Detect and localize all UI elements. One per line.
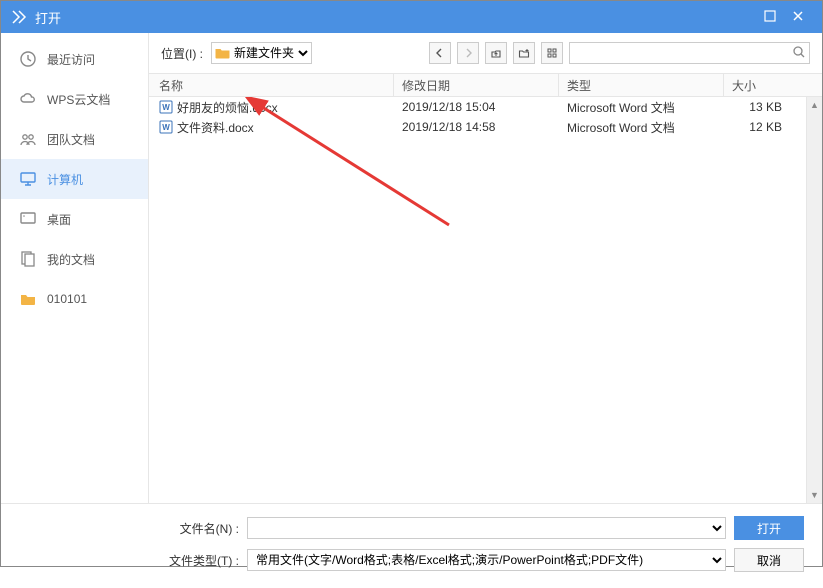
search-icon[interactable] [792, 45, 806, 59]
column-type[interactable]: 类型 [559, 74, 724, 96]
sidebar-item-documents[interactable]: 我的文档 [1, 239, 148, 279]
up-button[interactable] [485, 42, 507, 64]
sidebar-item-folder-010101[interactable]: 010101 [1, 279, 148, 319]
sidebar-item-label: 计算机 [47, 171, 83, 188]
titlebar: 打开 [1, 1, 822, 33]
file-row[interactable]: W 文件资料.docx 2019/12/18 14:58 Microsoft W… [149, 117, 822, 137]
filetype-label: 文件类型(T) : [161, 552, 239, 569]
word-doc-icon: W [159, 100, 173, 114]
file-date: 2019/12/18 15:04 [394, 100, 559, 114]
file-list: W 好朋友的烦恼.docx 2019/12/18 15:04 Microsoft… [149, 97, 822, 503]
filename-combo[interactable] [247, 517, 726, 539]
maximize-button[interactable] [756, 9, 784, 25]
sidebar-item-label: 我的文档 [47, 251, 95, 268]
folder-icon [215, 45, 231, 61]
file-type: Microsoft Word 文档 [559, 99, 724, 116]
column-date[interactable]: 修改日期 [394, 74, 559, 96]
file-date: 2019/12/18 14:58 [394, 120, 559, 134]
new-folder-button[interactable] [513, 42, 535, 64]
sidebar-item-team[interactable]: 团队文档 [1, 119, 148, 159]
forward-button[interactable] [457, 42, 479, 64]
view-button[interactable] [541, 42, 563, 64]
sidebar-item-recent[interactable]: 最近访问 [1, 39, 148, 79]
filename-label: 文件名(N) : [161, 520, 239, 537]
sidebar-item-desktop[interactable]: 桌面 [1, 199, 148, 239]
search-box [569, 42, 810, 64]
window-title: 打开 [35, 8, 61, 27]
app-logo-icon [11, 9, 27, 25]
back-button[interactable] [429, 42, 451, 64]
team-icon [19, 130, 37, 148]
svg-text:W: W [162, 103, 170, 112]
location-label: 位置(I) : [161, 45, 203, 62]
sidebar-item-label: 最近访问 [47, 51, 95, 68]
scroll-down-button[interactable]: ▼ [807, 487, 822, 503]
folder-icon [19, 290, 37, 308]
sidebar-item-computer[interactable]: 计算机 [1, 159, 148, 199]
filetype-combo[interactable]: 常用文件(文字/Word格式;表格/Excel格式;演示/PowerPoint格… [247, 549, 726, 571]
file-name: 文件资料.docx [177, 119, 254, 136]
search-input[interactable] [569, 42, 810, 64]
scroll-up-button[interactable]: ▲ [807, 97, 822, 113]
vertical-scrollbar[interactable]: ▲ ▼ [806, 97, 822, 503]
file-name: 好朋友的烦恼.docx [177, 99, 278, 116]
file-list-header: 名称 修改日期 类型 大小 [149, 73, 822, 97]
word-doc-icon: W [159, 120, 173, 134]
dialog-footer: 文件名(N) : 打开 文件类型(T) : 常用文件(文字/Word格式;表格/… [1, 503, 822, 588]
open-button[interactable]: 打开 [734, 516, 804, 540]
location-bar: 位置(I) : 新建文件夹 [149, 33, 822, 73]
sidebar-item-label: 010101 [47, 292, 87, 306]
cancel-button[interactable]: 取消 [734, 548, 804, 572]
sidebar: 最近访问 WPS云文档 团队文档 计算机 桌面 我的文档 010101 [1, 33, 149, 503]
sidebar-item-cloud[interactable]: WPS云文档 [1, 79, 148, 119]
column-name[interactable]: 名称 [149, 74, 394, 96]
cloud-icon [19, 90, 37, 108]
documents-icon [19, 250, 37, 268]
sidebar-item-label: 团队文档 [47, 131, 95, 148]
clock-icon [19, 50, 37, 68]
sidebar-item-label: WPS云文档 [47, 91, 110, 108]
file-row[interactable]: W 好朋友的烦恼.docx 2019/12/18 15:04 Microsoft… [149, 97, 822, 117]
sidebar-item-label: 桌面 [47, 211, 71, 228]
svg-text:W: W [162, 123, 170, 132]
computer-icon [19, 170, 37, 188]
column-size[interactable]: 大小 [724, 74, 822, 96]
desktop-icon [19, 210, 37, 228]
close-button[interactable] [784, 9, 812, 25]
file-type: Microsoft Word 文档 [559, 119, 724, 136]
